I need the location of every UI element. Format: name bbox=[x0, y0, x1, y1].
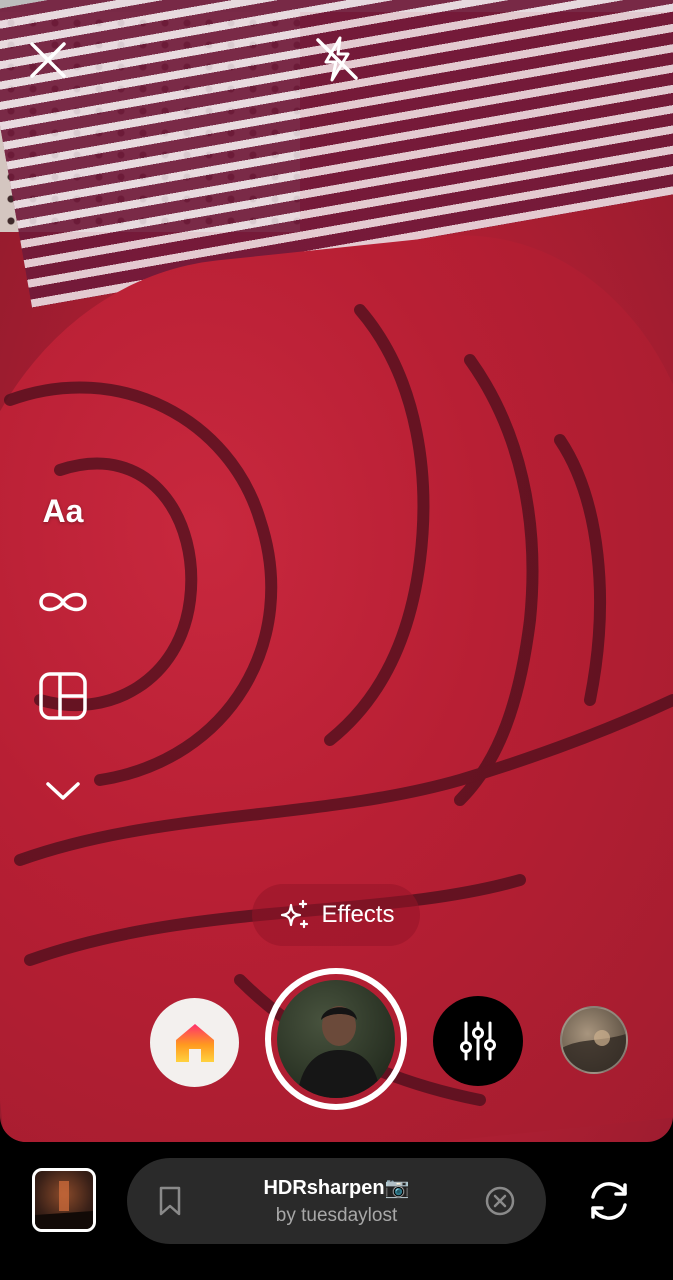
chevron-down-icon bbox=[46, 782, 80, 800]
boomerang-button[interactable] bbox=[32, 584, 94, 620]
flash-off-icon bbox=[316, 36, 358, 82]
home-effect-button[interactable] bbox=[150, 998, 239, 1087]
next-effect-image bbox=[562, 1030, 626, 1072]
layout-button[interactable] bbox=[32, 668, 94, 724]
flip-camera-button[interactable] bbox=[584, 1176, 634, 1226]
effect-preview-thumbnail bbox=[277, 980, 395, 1098]
story-camera-screen: Aa Effects HDRsharpen📷 by tuesdaylost bbox=[0, 0, 673, 1280]
home-icon bbox=[175, 1023, 214, 1062]
capture-button[interactable] bbox=[265, 968, 407, 1110]
adjust-settings-button[interactable] bbox=[433, 996, 523, 1086]
flash-toggle-button[interactable] bbox=[312, 34, 362, 84]
gallery-thumbnail-image bbox=[35, 1181, 93, 1229]
layout-grid-icon bbox=[39, 672, 87, 720]
text-tool-label: Aa bbox=[42, 492, 84, 529]
selected-effect-pill[interactable]: HDRsharpen📷 by tuesdaylost bbox=[127, 1158, 546, 1244]
effects-button[interactable]: Effects bbox=[252, 884, 420, 946]
remove-effect-button[interactable] bbox=[484, 1185, 516, 1217]
gallery-button[interactable] bbox=[32, 1168, 96, 1232]
more-tools-button[interactable] bbox=[32, 774, 94, 808]
infinity-icon bbox=[39, 592, 87, 612]
close-button[interactable] bbox=[26, 38, 70, 82]
sparkles-icon bbox=[280, 899, 308, 929]
close-circle-icon bbox=[485, 1186, 515, 1216]
sliders-icon bbox=[460, 1021, 496, 1061]
flip-camera-icon bbox=[591, 1182, 627, 1220]
create-text-button[interactable]: Aa bbox=[32, 488, 94, 534]
effects-label: Effects bbox=[321, 901, 395, 928]
next-effect-thumbnail[interactable] bbox=[560, 1006, 628, 1074]
close-icon bbox=[30, 42, 66, 78]
